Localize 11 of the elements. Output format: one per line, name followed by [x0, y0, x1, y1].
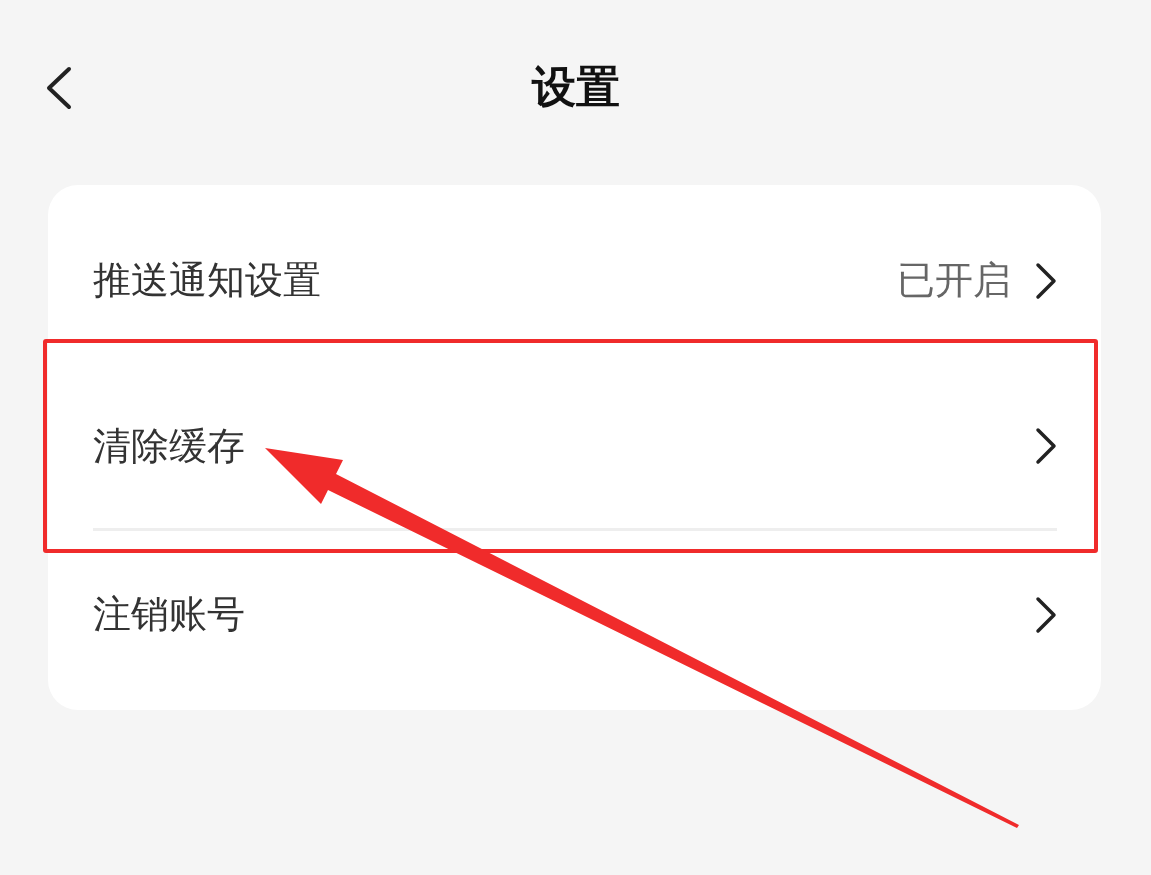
page-title: 设置: [531, 60, 620, 114]
chevron-right-icon: [1035, 427, 1057, 465]
settings-row[interactable]: 推送通知设置 已开启: [93, 197, 1057, 364]
back-button[interactable]: [44, 66, 74, 110]
setting-label: 推送通知设置: [93, 257, 322, 304]
setting-label: 清除缓存: [93, 422, 246, 470]
chevron-right-icon: [1035, 261, 1057, 300]
setting-label: 注销账号: [93, 591, 246, 638]
setting-value: 已开启: [897, 257, 1011, 304]
settings-row[interactable]: 注销账号: [93, 531, 1057, 698]
chevron-right-icon: [1035, 595, 1057, 634]
